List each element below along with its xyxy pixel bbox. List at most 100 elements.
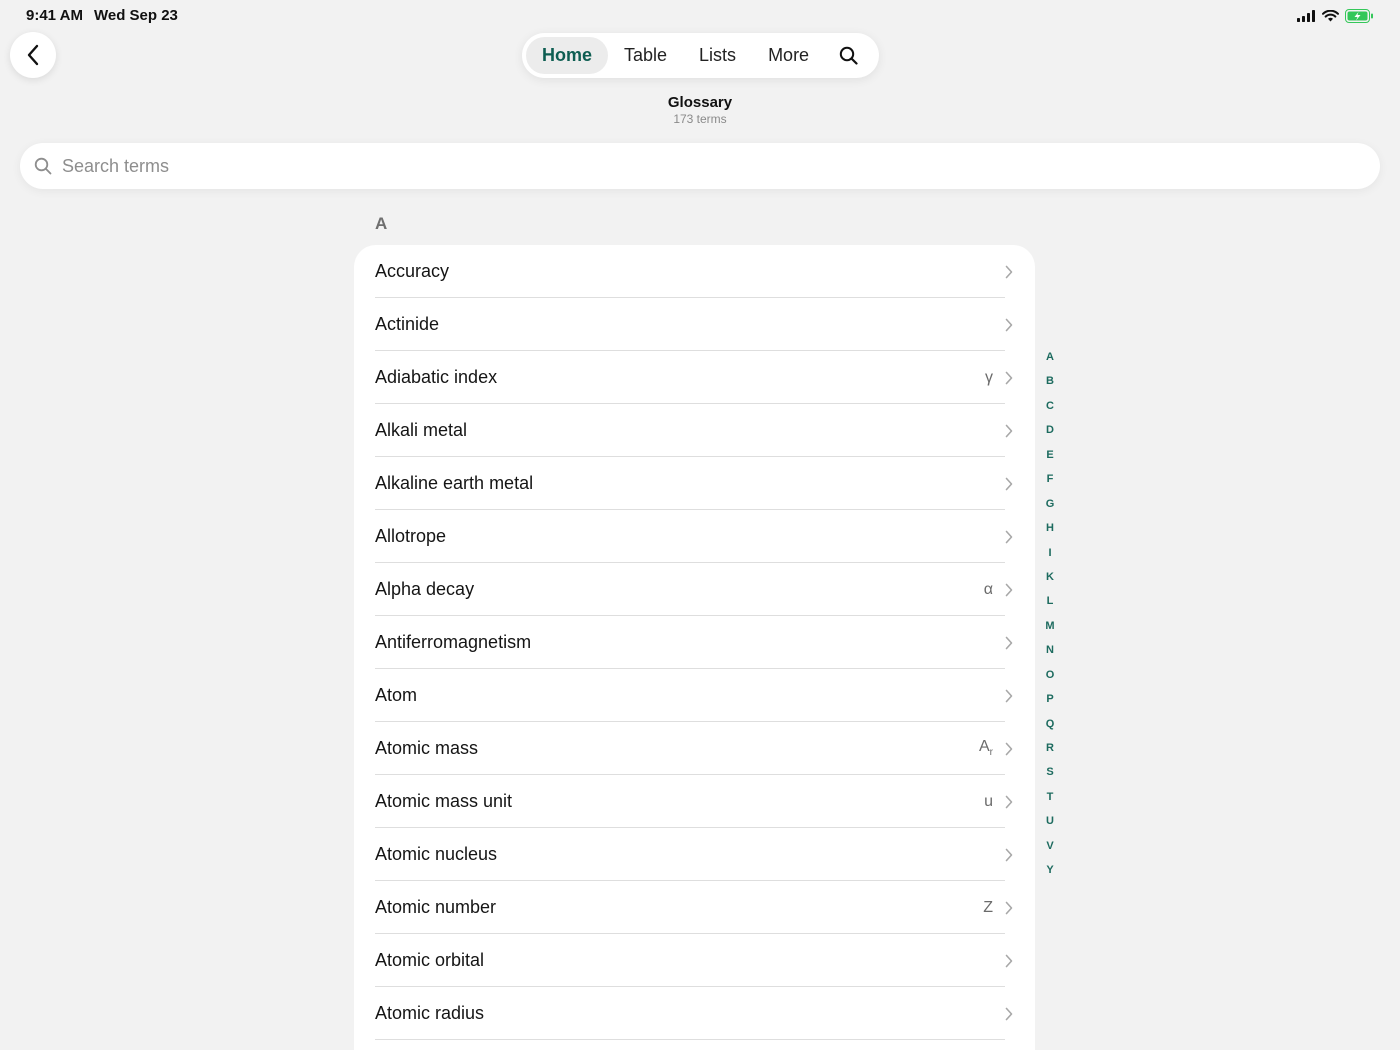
list-item-label: Atomic mass (375, 738, 479, 758)
list-item[interactable]: Atomic number Z (354, 881, 1035, 934)
tab-search[interactable] (825, 37, 872, 74)
symbol-text: Z (983, 898, 993, 916)
back-button[interactable] (10, 32, 56, 78)
cellular-signal-icon (1297, 10, 1315, 22)
list-item[interactable]: Accuracy (354, 245, 1035, 298)
index-letter[interactable]: Q (1040, 715, 1060, 739)
battery-charging-icon (1345, 9, 1373, 23)
list-item-symbol: γ (985, 369, 993, 387)
index-letter[interactable]: F (1040, 470, 1060, 494)
index-letter[interactable]: T (1040, 788, 1060, 812)
chevron-right-icon (1005, 636, 1013, 649)
list-item-symbol: Z (983, 899, 993, 917)
list-item-label: Atomic radius (375, 1003, 485, 1023)
page-subtitle: 173 terms (673, 112, 727, 126)
index-letter[interactable]: R (1040, 739, 1060, 763)
symbol-text: γ (985, 368, 993, 386)
index-letter[interactable]: U (1040, 812, 1060, 836)
list-item-label: Actinide (375, 314, 440, 334)
chevron-right-icon (1005, 424, 1013, 437)
list-item-label: Alkali metal (375, 420, 468, 440)
status-bar-time: 9:41 AM Wed Sep 23 (26, 7, 178, 24)
glossary-screen: 9:41 AM Wed Sep 23 Home Table Lists More… (0, 0, 1400, 1050)
index-letter[interactable]: B (1040, 372, 1060, 396)
list-item-symbol: α (984, 581, 993, 599)
chevron-right-icon (1005, 265, 1013, 278)
tab-home[interactable]: Home (526, 37, 609, 74)
chevron-right-icon (1005, 901, 1013, 914)
index-letter[interactable]: A (1040, 348, 1060, 372)
list-item[interactable] (354, 1040, 1035, 1050)
search-icon (34, 157, 52, 175)
index-letter[interactable]: Y (1040, 861, 1060, 885)
index-letter[interactable]: V (1040, 837, 1060, 861)
chevron-right-icon (1005, 318, 1013, 331)
chevron-left-icon (27, 44, 39, 66)
search-bar[interactable] (20, 143, 1380, 189)
list-item[interactable]: Adiabatic index γ (354, 351, 1035, 404)
tab-bar: Home Table Lists More (522, 33, 879, 78)
index-letter[interactable]: D (1040, 421, 1060, 445)
index-letter[interactable]: E (1040, 446, 1060, 470)
chevron-right-icon (1005, 954, 1013, 967)
index-letter[interactable]: H (1040, 519, 1060, 543)
list-item-label: Adiabatic index (375, 367, 498, 387)
index-letter[interactable]: O (1040, 666, 1060, 690)
index-letter[interactable]: L (1040, 592, 1060, 616)
list-item[interactable]: Atomic radius (354, 987, 1035, 1040)
list-item[interactable]: Alkaline earth metal (354, 457, 1035, 510)
list-item-label: Allotrope (375, 526, 447, 546)
list-item[interactable]: Alkali metal (354, 404, 1035, 457)
chevron-right-icon (1005, 371, 1013, 384)
list-item-label: Atomic nucleus (375, 844, 498, 864)
list-item[interactable]: Atomic orbital (354, 934, 1035, 987)
index-letter[interactable]: P (1040, 690, 1060, 714)
list-item-label: Atom (375, 685, 418, 705)
list-item[interactable]: Atomic nucleus (354, 828, 1035, 881)
index-letter[interactable]: C (1040, 397, 1060, 421)
list-item-label: Antiferromagnetism (375, 632, 532, 652)
wifi-icon (1322, 10, 1339, 22)
chevron-right-icon (1005, 848, 1013, 861)
list-item[interactable]: Alpha decay α (354, 563, 1035, 616)
page-title: Glossary (667, 94, 733, 111)
list-item-label: Atomic number (375, 897, 497, 917)
list-item[interactable]: Atomic mass Ar (354, 722, 1035, 775)
tab-more[interactable]: More (752, 37, 825, 74)
index-letter[interactable]: S (1040, 763, 1060, 787)
index-letter[interactable]: N (1040, 641, 1060, 665)
chevron-right-icon (1005, 1007, 1013, 1020)
chevron-right-icon (1005, 795, 1013, 808)
chevron-right-icon (1005, 477, 1013, 490)
status-time: 9:41 AM (26, 7, 83, 24)
search-icon (839, 46, 858, 65)
index-letter[interactable]: K (1040, 568, 1060, 592)
list-item[interactable]: Atomic mass unit u (354, 775, 1035, 828)
alphabet-index: ABCDEFGHIKLMNOPQRSTUVY (1040, 348, 1060, 886)
symbol-subscript: r (989, 747, 993, 759)
list-item[interactable]: Antiferromagnetism (354, 616, 1035, 669)
symbol-text: α (983, 580, 993, 598)
list-item[interactable]: Actinide (354, 298, 1035, 351)
list-item-symbol: Ar (979, 738, 993, 758)
list-item[interactable]: Atom (354, 669, 1035, 722)
index-letter[interactable]: I (1040, 544, 1060, 568)
index-letter[interactable]: G (1040, 495, 1060, 519)
chevron-right-icon (1005, 689, 1013, 702)
chevron-right-icon (1005, 583, 1013, 596)
status-bar-icons (1297, 9, 1374, 23)
status-date: Wed Sep 23 (93, 7, 178, 24)
tab-lists[interactable]: Lists (683, 37, 752, 74)
search-input[interactable] (60, 154, 1344, 178)
list-item-label: Alpha decay (375, 579, 475, 599)
list-item[interactable]: Allotrope (354, 510, 1035, 563)
chevron-right-icon (1005, 742, 1013, 755)
index-letter[interactable]: M (1040, 617, 1060, 641)
list-item-label: Atomic orbital (375, 950, 485, 970)
glossary-list: Accuracy Actinide Adiabatic index γ Alkali m… (354, 245, 1035, 1050)
list-item-symbol: u (984, 793, 993, 811)
list-item-label: Atomic mass unit (375, 791, 513, 811)
symbol-text: A (978, 738, 990, 756)
tab-table[interactable]: Table (608, 37, 683, 74)
list-item-label: Alkaline earth metal (375, 473, 534, 493)
